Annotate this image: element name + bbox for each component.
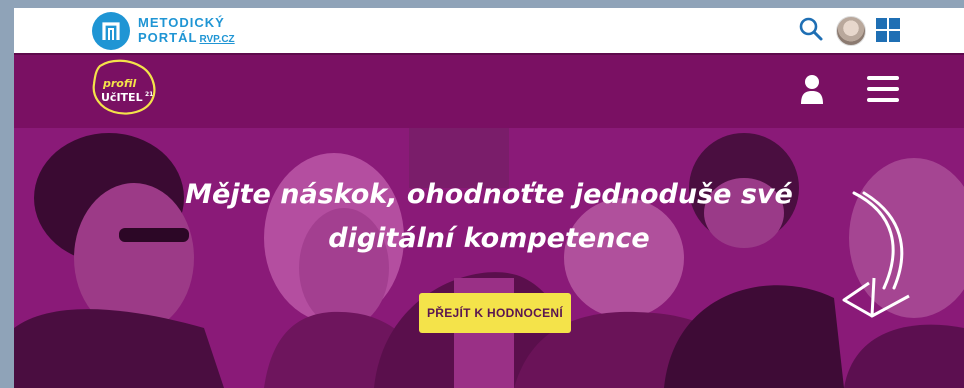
apps-grid-icon[interactable]: [876, 18, 900, 42]
metodicky-portal-logo[interactable]: METODICKÝ PORTÁL RVP.CZ: [92, 12, 235, 50]
profil-logo-line1: profil: [102, 77, 137, 90]
logo-line2-main: PORTÁL: [138, 30, 198, 45]
logo-line2-suffix: RVP.CZ: [199, 34, 235, 45]
avatar[interactable]: [836, 16, 866, 46]
logo-line1: METODICKÝ: [138, 15, 225, 30]
profil-ucitel-logo[interactable]: profil UčITEL 21: [90, 58, 160, 116]
curved-arrow-icon: [824, 188, 914, 323]
hero-title: Mějte náskok, ohodnoťte jednoduše své di…: [14, 173, 964, 261]
metodicky-portal-logo-text: METODICKÝ PORTÁL RVP.CZ: [138, 15, 235, 47]
hero-title-line1: Mějte náskok, ohodnoťte jednoduše své: [185, 179, 793, 210]
window-frame-top: [0, 0, 964, 8]
user-icon[interactable]: [800, 74, 824, 104]
search-icon[interactable]: [798, 16, 824, 42]
profil-logo-line2: UčITEL: [101, 91, 143, 104]
profil-logo-superscript: 21: [145, 91, 153, 98]
hero-banner: Mějte náskok, ohodnoťte jednoduše své di…: [14, 128, 964, 388]
logo-line2: PORTÁL RVP.CZ: [138, 30, 235, 47]
metodicky-portal-logo-icon: [92, 12, 130, 50]
hero-title-line2: digitální kompetence: [328, 223, 650, 254]
start-assessment-button[interactable]: PŘEJÍT K HODNOCENÍ: [419, 293, 571, 333]
navbar-divider: [14, 53, 964, 55]
window-frame-left: [0, 0, 14, 388]
hamburger-menu-icon[interactable]: [867, 76, 899, 102]
